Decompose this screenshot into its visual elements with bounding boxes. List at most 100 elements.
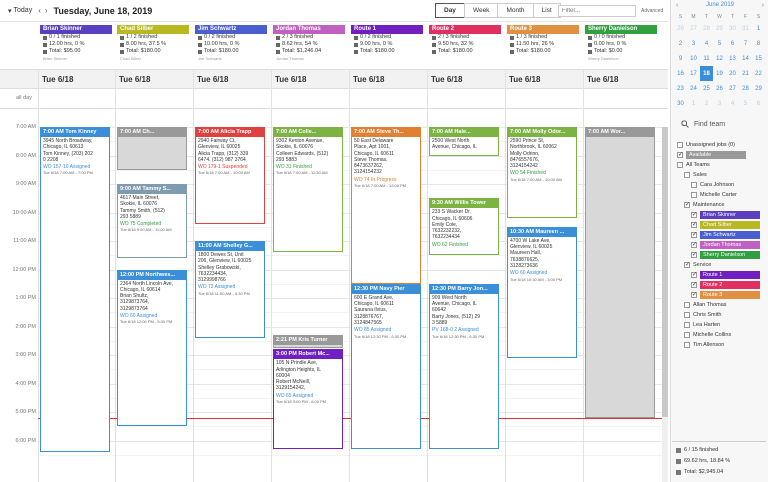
mini-calendar-day[interactable]: 13 — [726, 51, 739, 66]
calendar-event[interactable]: 7:00 AM Molly Odor... 2590 Prince St, Nort… — [507, 127, 577, 219]
calendar-event[interactable]: 7:00 AM Wor... — [585, 127, 655, 418]
mini-calendar-day[interactable]: 21 — [739, 66, 752, 81]
team-filter-item[interactable]: Maintenance — [677, 200, 767, 210]
checkbox[interactable] — [691, 231, 697, 238]
day-header[interactable]: Tue 6/18 — [509, 75, 540, 84]
mini-calendar-day[interactable]: 9 — [674, 51, 687, 66]
mini-calendar-day[interactable]: 28 — [739, 81, 752, 96]
checkbox[interactable] — [691, 281, 697, 288]
mini-calendar-day[interactable]: 30 — [674, 96, 687, 111]
view-day-button[interactable]: Day — [435, 3, 465, 18]
team-summary-card[interactable]: Jim Schwartz 0 / 2 finished 10.00 hrs, 0 %… — [195, 25, 267, 67]
day-header[interactable]: Tue 6/18 — [353, 75, 384, 84]
view-list-button[interactable]: List — [532, 3, 561, 18]
mini-calendar-day[interactable]: 20 — [726, 66, 739, 81]
mini-calendar-day[interactable]: 5 — [713, 36, 726, 51]
calendar-event[interactable]: 7:00 AM Alicia Trapp 2940 Fairway Ct, Glen… — [195, 127, 265, 224]
checkbox[interactable] — [691, 251, 697, 258]
mini-calendar-day[interactable]: 1 — [752, 21, 765, 36]
checkbox[interactable] — [691, 271, 697, 278]
calendar-event[interactable]: 2:21 PM Kris Turner — [273, 335, 343, 348]
today-button[interactable]: ▾ Today — [8, 7, 32, 15]
team-filter-item[interactable]: Tim Allenson — [677, 340, 767, 350]
checkbox[interactable] — [684, 332, 690, 338]
chevron-right-icon[interactable]: › — [762, 2, 764, 9]
mini-calendar-day[interactable]: 27 — [687, 21, 700, 36]
calendar-event[interactable]: 12:30 PM Navy Pier 600 E Grand Ave, Chicag… — [351, 283, 421, 450]
day-header[interactable]: Tue 6/18 — [119, 75, 150, 84]
team-filter-item[interactable]: Sales — [677, 170, 767, 180]
mini-calendar-day[interactable]: 29 — [752, 81, 765, 96]
calendar-event[interactable]: 11:00 AM Shelley G... 1800 Dewes St, Unit… — [195, 241, 265, 338]
mini-calendar-day[interactable]: 17 — [687, 66, 700, 81]
team-filter-item[interactable]: Brian Skinner — [677, 210, 767, 220]
mini-calendar-day[interactable]: 8 — [752, 36, 765, 51]
mini-calendar-day[interactable]: 30 — [726, 21, 739, 36]
team-filter-item[interactable]: Chad Silber — [677, 220, 767, 230]
calendar-event[interactable]: 7:00 AM Ch... — [117, 127, 187, 170]
calendar-event[interactable]: 7:00 AM Colle... 9302 Kenton Avenue, Skoki… — [273, 127, 343, 253]
team-summary-card[interactable]: Chad Silber 1 / 2 finished 8.00 hrs, 37.5 … — [117, 25, 189, 67]
team-filter-item[interactable]: Service — [677, 260, 767, 270]
calendar-event[interactable]: 12:00 PM Northwes... 2364 North Lincoln A… — [117, 269, 187, 427]
checkbox[interactable] — [684, 201, 690, 208]
checkbox[interactable] — [677, 151, 683, 158]
calendar-event[interactable]: 7:00 AM Hale... 2500 West North Avenue, Ch… — [429, 127, 499, 156]
mini-calendar-day[interactable]: 6 — [752, 96, 765, 111]
checkbox[interactable] — [691, 221, 697, 228]
mini-calendar-day[interactable]: 4 — [726, 96, 739, 111]
mini-calendar-day[interactable]: 27 — [726, 81, 739, 96]
day-header[interactable]: Tue 6/18 — [275, 75, 306, 84]
mini-calendar-day[interactable]: 29 — [713, 21, 726, 36]
team-summary-card[interactable]: Sherry Danielson 0 / 0 finished 0.00 hrs, … — [585, 25, 657, 67]
checkbox[interactable] — [691, 241, 697, 248]
mini-calendar-day[interactable]: 31 — [739, 21, 752, 36]
checkbox[interactable] — [691, 211, 697, 218]
calendar-event[interactable]: 7:00 AM Steve Th... 50 East Delaware Place… — [351, 127, 421, 284]
mini-calendar-day[interactable]: 7 — [739, 36, 752, 51]
team-filter-item[interactable]: Sherry Danielson — [677, 250, 767, 260]
mini-calendar-day[interactable]: 1 — [687, 96, 700, 111]
team-filter-item[interactable]: Jordan Thomas — [677, 240, 767, 250]
checkbox[interactable] — [684, 261, 690, 268]
team-filter-item[interactable]: Michelle Collins — [677, 330, 767, 340]
team-filter-item[interactable]: Route 2 — [677, 280, 767, 290]
mini-calendar-day[interactable]: 2 — [674, 36, 687, 51]
scrollbar-thumb[interactable] — [662, 127, 668, 417]
mini-calendar-day[interactable]: 3 — [687, 36, 700, 51]
mini-calendar-day[interactable]: 4 — [700, 36, 713, 51]
mini-calendar-day[interactable]: 10 — [687, 51, 700, 66]
mini-calendar-day[interactable]: 5 — [739, 96, 752, 111]
calendar-event[interactable]: 10:30 AM Maureen ... 4700 W Lake Ave, Glen… — [507, 226, 577, 358]
mini-calendar-day[interactable]: 24 — [687, 81, 700, 96]
mini-calendar-day[interactable]: 6 — [726, 36, 739, 51]
checkbox[interactable] — [684, 322, 690, 328]
mini-calendar-day[interactable]: 26 — [713, 81, 726, 96]
mini-calendar-day[interactable]: 25 — [700, 81, 713, 96]
team-summary-card[interactable]: Brian Skinner 0 / 1 finished 12.00 hrs, 0 … — [40, 25, 112, 67]
team-filter-item[interactable]: Available — [677, 150, 767, 160]
day-header[interactable]: Tue 6/18 — [431, 75, 462, 84]
team-summary-card[interactable]: Route 10 / 2 finished 9.00 hrs, 0 % Total:… — [351, 25, 423, 67]
team-summary-card[interactable]: Route 22 / 3 finished 9.50 hrs, 32 % Total… — [429, 25, 501, 67]
team-filter-item[interactable]: Unassigned jobs (0) — [677, 140, 767, 150]
mini-calendar-day[interactable]: 2 — [700, 96, 713, 111]
checkbox[interactable] — [684, 302, 690, 308]
calendar-event[interactable]: 3:00 PM Robert Mc... 105 N Prindle Ave, Ar… — [273, 349, 343, 450]
checkbox[interactable] — [684, 312, 690, 318]
mini-calendar-day[interactable]: 11 — [700, 51, 713, 66]
mini-calendar-day[interactable]: 3 — [713, 96, 726, 111]
next-day-icon[interactable]: › — [45, 6, 48, 15]
team-filter-item[interactable]: Lea Harten — [677, 320, 767, 330]
filter-input[interactable] — [558, 5, 636, 17]
mini-calendar-day[interactable]: 15 — [752, 51, 765, 66]
checkbox[interactable] — [691, 291, 697, 298]
mini-calendar-day[interactable]: 19 — [713, 66, 726, 81]
chevron-left-icon[interactable]: ‹ — [676, 2, 678, 9]
calendar-event[interactable]: 7:00 AM Tom Kinney 3945 North Broadway, Ch… — [40, 127, 110, 452]
advanced-link[interactable]: Advanced — [641, 8, 663, 14]
view-month-button[interactable]: Month — [497, 3, 534, 18]
mini-calendar-day[interactable]: 12 — [713, 51, 726, 66]
mini-calendar-day[interactable]: 18 — [700, 66, 713, 81]
team-filter-item[interactable]: Michelle Carter — [677, 190, 767, 200]
